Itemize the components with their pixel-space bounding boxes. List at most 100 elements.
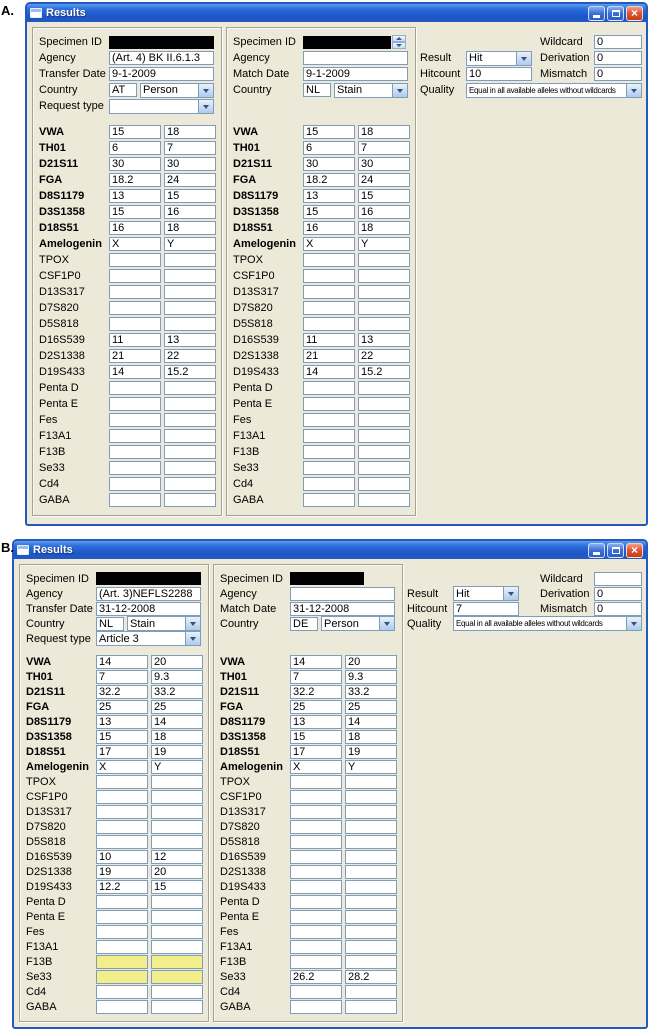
allele-input[interactable] (290, 684, 342, 699)
allele-input[interactable] (358, 221, 410, 235)
allele-input[interactable] (358, 333, 410, 347)
allele-input[interactable] (358, 349, 410, 363)
match-date-input[interactable] (303, 67, 408, 81)
allele-input[interactable] (96, 669, 148, 684)
allele-input[interactable] (96, 804, 148, 819)
allele-input[interactable] (96, 924, 148, 939)
allele-input[interactable] (290, 984, 342, 999)
allele-input[interactable] (358, 413, 410, 427)
derivation-input[interactable] (594, 51, 642, 65)
result-select[interactable] (453, 586, 519, 601)
allele-input[interactable] (109, 397, 161, 411)
allele-input[interactable] (151, 744, 203, 759)
allele-input[interactable] (290, 774, 342, 789)
agency-input[interactable] (96, 586, 201, 601)
allele-input[interactable] (151, 909, 203, 924)
allele-input[interactable] (358, 317, 410, 331)
dropdown-arrow-icon[interactable] (626, 83, 641, 97)
allele-input[interactable] (345, 909, 397, 924)
allele-input[interactable] (303, 285, 355, 299)
minimize-button[interactable] (588, 542, 605, 558)
allele-input[interactable] (109, 189, 161, 203)
allele-input[interactable] (164, 125, 216, 139)
allele-input[interactable] (303, 493, 355, 507)
allele-input[interactable] (303, 141, 355, 155)
allele-input[interactable] (109, 349, 161, 363)
allele-input[interactable] (164, 429, 216, 443)
allele-input[interactable] (290, 789, 342, 804)
allele-input[interactable] (109, 205, 161, 219)
allele-input[interactable] (303, 445, 355, 459)
allele-input[interactable] (96, 894, 148, 909)
allele-input[interactable] (109, 429, 161, 443)
allele-input[interactable] (358, 205, 410, 219)
allele-input[interactable] (303, 205, 355, 219)
allele-input[interactable] (303, 365, 355, 379)
allele-input[interactable] (164, 413, 216, 427)
hitcount-input[interactable] (453, 601, 519, 616)
allele-input[interactable] (290, 879, 342, 894)
allele-input[interactable] (358, 493, 410, 507)
allele-input[interactable] (358, 157, 410, 171)
allele-input[interactable] (358, 173, 410, 187)
allele-input[interactable] (164, 349, 216, 363)
allele-input[interactable] (96, 774, 148, 789)
allele-input[interactable] (164, 397, 216, 411)
allele-input[interactable] (290, 819, 342, 834)
allele-input[interactable] (96, 729, 148, 744)
allele-input[interactable] (151, 729, 203, 744)
allele-input[interactable] (164, 477, 216, 491)
allele-input[interactable] (151, 894, 203, 909)
spinner-down-button[interactable] (392, 42, 406, 49)
allele-input[interactable] (109, 381, 161, 395)
allele-input[interactable] (109, 285, 161, 299)
allele-input[interactable] (358, 477, 410, 491)
allele-input[interactable] (358, 141, 410, 155)
allele-input[interactable] (151, 684, 203, 699)
allele-input[interactable] (358, 381, 410, 395)
allele-input[interactable] (164, 445, 216, 459)
allele-input[interactable] (96, 819, 148, 834)
allele-input[interactable] (345, 924, 397, 939)
allele-input[interactable] (151, 939, 203, 954)
allele-input[interactable] (164, 461, 216, 475)
allele-input[interactable] (345, 894, 397, 909)
allele-input[interactable] (358, 461, 410, 475)
allele-input[interactable] (151, 984, 203, 999)
allele-input[interactable] (303, 333, 355, 347)
allele-input[interactable] (290, 864, 342, 879)
allele-input[interactable] (96, 699, 148, 714)
allele-input[interactable] (345, 759, 397, 774)
allele-input[interactable] (164, 285, 216, 299)
allele-input[interactable] (345, 804, 397, 819)
allele-input[interactable] (151, 759, 203, 774)
allele-input[interactable] (109, 157, 161, 171)
allele-input[interactable] (151, 654, 203, 669)
allele-input[interactable] (96, 969, 148, 984)
allele-input[interactable] (164, 189, 216, 203)
close-button[interactable] (626, 542, 643, 558)
agency-input[interactable] (290, 586, 395, 601)
allele-input[interactable] (151, 849, 203, 864)
allele-input[interactable] (303, 349, 355, 363)
dropdown-arrow-icon[interactable] (185, 617, 200, 630)
allele-input[interactable] (345, 864, 397, 879)
match-date-input[interactable] (290, 601, 395, 616)
dropdown-arrow-icon[interactable] (516, 51, 531, 65)
allele-input[interactable] (109, 477, 161, 491)
hitcount-input[interactable] (466, 67, 532, 81)
allele-input[interactable] (358, 365, 410, 379)
allele-input[interactable] (290, 714, 342, 729)
agency-input[interactable] (109, 51, 214, 65)
allele-input[interactable] (345, 714, 397, 729)
dropdown-arrow-icon[interactable] (503, 587, 518, 600)
allele-input[interactable] (358, 445, 410, 459)
allele-input[interactable] (303, 189, 355, 203)
allele-input[interactable] (151, 999, 203, 1014)
allele-input[interactable] (164, 173, 216, 187)
allele-input[interactable] (164, 237, 216, 251)
allele-input[interactable] (345, 774, 397, 789)
allele-input[interactable] (151, 969, 203, 984)
allele-input[interactable] (151, 924, 203, 939)
allele-input[interactable] (96, 759, 148, 774)
